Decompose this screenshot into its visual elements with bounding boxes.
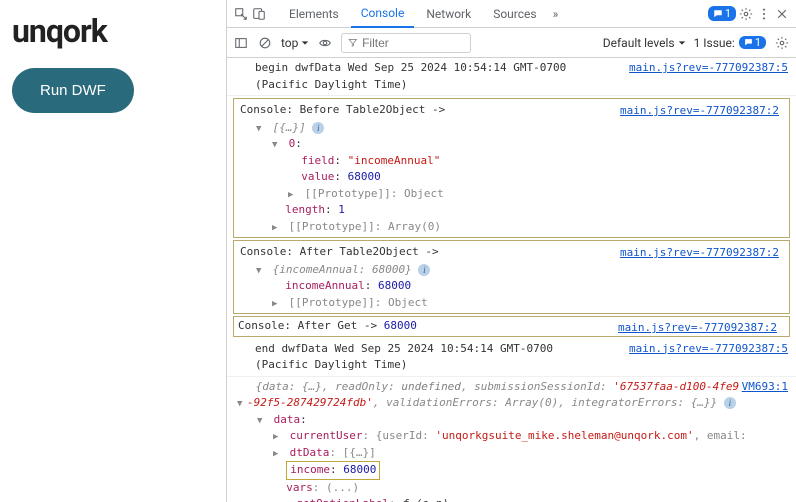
object-key: currentUser: [290, 429, 363, 442]
object-value: : ƒ (e,n): [389, 497, 449, 502]
context-label: top: [281, 36, 298, 50]
disclosure-arrow[interactable]: [273, 496, 283, 502]
log-entry: VM693:1 {data: {…}, readOnly: undefined,…: [227, 377, 796, 502]
disclosure-arrow[interactable]: [237, 395, 247, 412]
source-link[interactable]: main.js?rev=-777092387:2: [620, 245, 779, 262]
object-value: : Array(0): [375, 220, 441, 233]
filter-icon: [348, 37, 358, 48]
chevron-down-icon: [678, 39, 686, 47]
issue-label: 1 Issue:: [694, 36, 735, 50]
more-tabs-icon[interactable]: »: [549, 7, 563, 21]
object-value: 68000: [378, 279, 411, 292]
disclosure-arrow[interactable]: [257, 412, 267, 429]
context-selector[interactable]: top: [281, 36, 309, 50]
log-entry: end dwfData Wed Sep 25 2024 10:54:14 GMT…: [227, 339, 796, 377]
device-icon[interactable]: [251, 6, 267, 22]
issue-count: 1: [755, 36, 761, 49]
devtools-tabs: Elements Console Network Sources » 1: [227, 0, 796, 28]
tab-network[interactable]: Network: [416, 1, 481, 27]
object-value: "incomeAnnual": [348, 154, 441, 167]
source-link[interactable]: main.js?rev=-777092387:5: [629, 60, 788, 77]
object-key: value: [301, 170, 334, 183]
object-preview[interactable]: {data: {…}, readOnly: undefined, submiss…: [249, 380, 739, 393]
chat-badge[interactable]: 1: [708, 6, 736, 21]
disclosure-arrow[interactable]: [273, 445, 283, 462]
object-value: : [{…}]: [329, 446, 375, 459]
disclosure-arrow[interactable]: [273, 428, 283, 445]
object-key: incomeAnnual: [285, 279, 364, 292]
source-link[interactable]: main.js?rev=-777092387:2: [620, 103, 779, 120]
source-link[interactable]: VM693:1: [742, 379, 788, 396]
tab-console[interactable]: Console: [351, 0, 415, 28]
info-icon[interactable]: i: [418, 264, 430, 276]
chat-count: 1: [725, 7, 731, 20]
object-key: dtData: [290, 446, 330, 459]
disclosure-arrow[interactable]: [288, 186, 298, 203]
disclosure-arrow[interactable]: [272, 219, 282, 236]
log-text: Console: Before Table2Object ->: [240, 103, 445, 116]
object-key: [[Prototype]]: [289, 220, 375, 233]
object-key: data: [274, 413, 301, 426]
filter-input[interactable]: [362, 36, 464, 50]
info-icon[interactable]: i: [312, 122, 324, 134]
logo: unqork: [12, 12, 214, 50]
console-toolbar: top Default levels 1 Issue: 1: [227, 28, 796, 58]
issues-indicator[interactable]: 1 Issue: 1: [694, 36, 766, 50]
clear-console-icon[interactable]: [257, 35, 273, 51]
object-value: : Object: [391, 187, 444, 200]
log-text: Console: After Table2Object ->: [240, 245, 439, 258]
disclosure-arrow[interactable]: [256, 262, 266, 279]
object-key: vars: [286, 481, 313, 494]
close-icon[interactable]: [774, 6, 790, 22]
disclosure-arrow[interactable]: [272, 295, 282, 312]
log-levels-selector[interactable]: Default levels: [603, 36, 686, 50]
log-group: Console: After Get -> 68000 main.js?rev=…: [233, 316, 790, 337]
object-preview[interactable]: [{…}]: [273, 121, 306, 134]
object-key: field: [301, 154, 334, 167]
object-preview[interactable]: {incomeAnnual: 68000}: [273, 263, 412, 276]
log-group: Console: Before Table2Object -> main.js?…: [233, 98, 790, 238]
info-icon[interactable]: i: [724, 397, 736, 409]
log-group: Console: After Table2Object -> main.js?r…: [233, 240, 790, 314]
devtools-panel: Elements Console Network Sources » 1 top…: [226, 0, 796, 502]
disclosure-arrow[interactable]: [272, 136, 282, 153]
kebab-icon[interactable]: [756, 6, 772, 22]
log-text: end dwfData Wed Sep 25 2024 10:54:14 GMT…: [255, 342, 553, 372]
levels-label: Default levels: [603, 36, 675, 50]
tab-sources[interactable]: Sources: [483, 1, 546, 27]
log-text: Console: After Get -> 68000: [238, 319, 417, 332]
source-link[interactable]: main.js?rev=-777092387:2: [618, 320, 777, 337]
run-dwf-button[interactable]: Run DWF: [12, 68, 134, 113]
object-key: _getOptionLabel: [290, 497, 389, 502]
object-value: 1: [338, 203, 345, 216]
inspect-icon[interactable]: [233, 6, 249, 22]
object-key: [[Prototype]]: [305, 187, 391, 200]
object-value: : {userId: 'unqorkgsuite_mike.sheleman@u…: [362, 429, 746, 442]
log-text: begin dwfData Wed Sep 25 2024 10:54:14 G…: [255, 61, 566, 91]
object-value: 68000: [348, 170, 381, 183]
sidebar-toggle-icon[interactable]: [233, 35, 249, 51]
settings-icon[interactable]: [738, 6, 754, 22]
object-key: 0: [289, 137, 296, 150]
console-output[interactable]: begin dwfData Wed Sep 25 2024 10:54:14 G…: [227, 58, 796, 502]
chevron-down-icon: [301, 39, 309, 47]
object-key: length: [285, 203, 325, 216]
highlighted-property: income: 68000: [286, 461, 380, 480]
chat-icon: [744, 38, 753, 47]
live-expression-icon[interactable]: [317, 35, 333, 51]
object-value: : (...): [313, 481, 359, 494]
filter-input-wrapper[interactable]: [341, 33, 471, 53]
object-key: [[Prototype]]: [289, 296, 375, 309]
console-settings-icon[interactable]: [774, 35, 790, 51]
object-value: : Object: [375, 296, 428, 309]
disclosure-arrow[interactable]: [256, 120, 266, 137]
tab-elements[interactable]: Elements: [279, 1, 349, 27]
log-entry: begin dwfData Wed Sep 25 2024 10:54:14 G…: [227, 58, 796, 96]
source-link[interactable]: main.js?rev=-777092387:5: [629, 341, 788, 358]
